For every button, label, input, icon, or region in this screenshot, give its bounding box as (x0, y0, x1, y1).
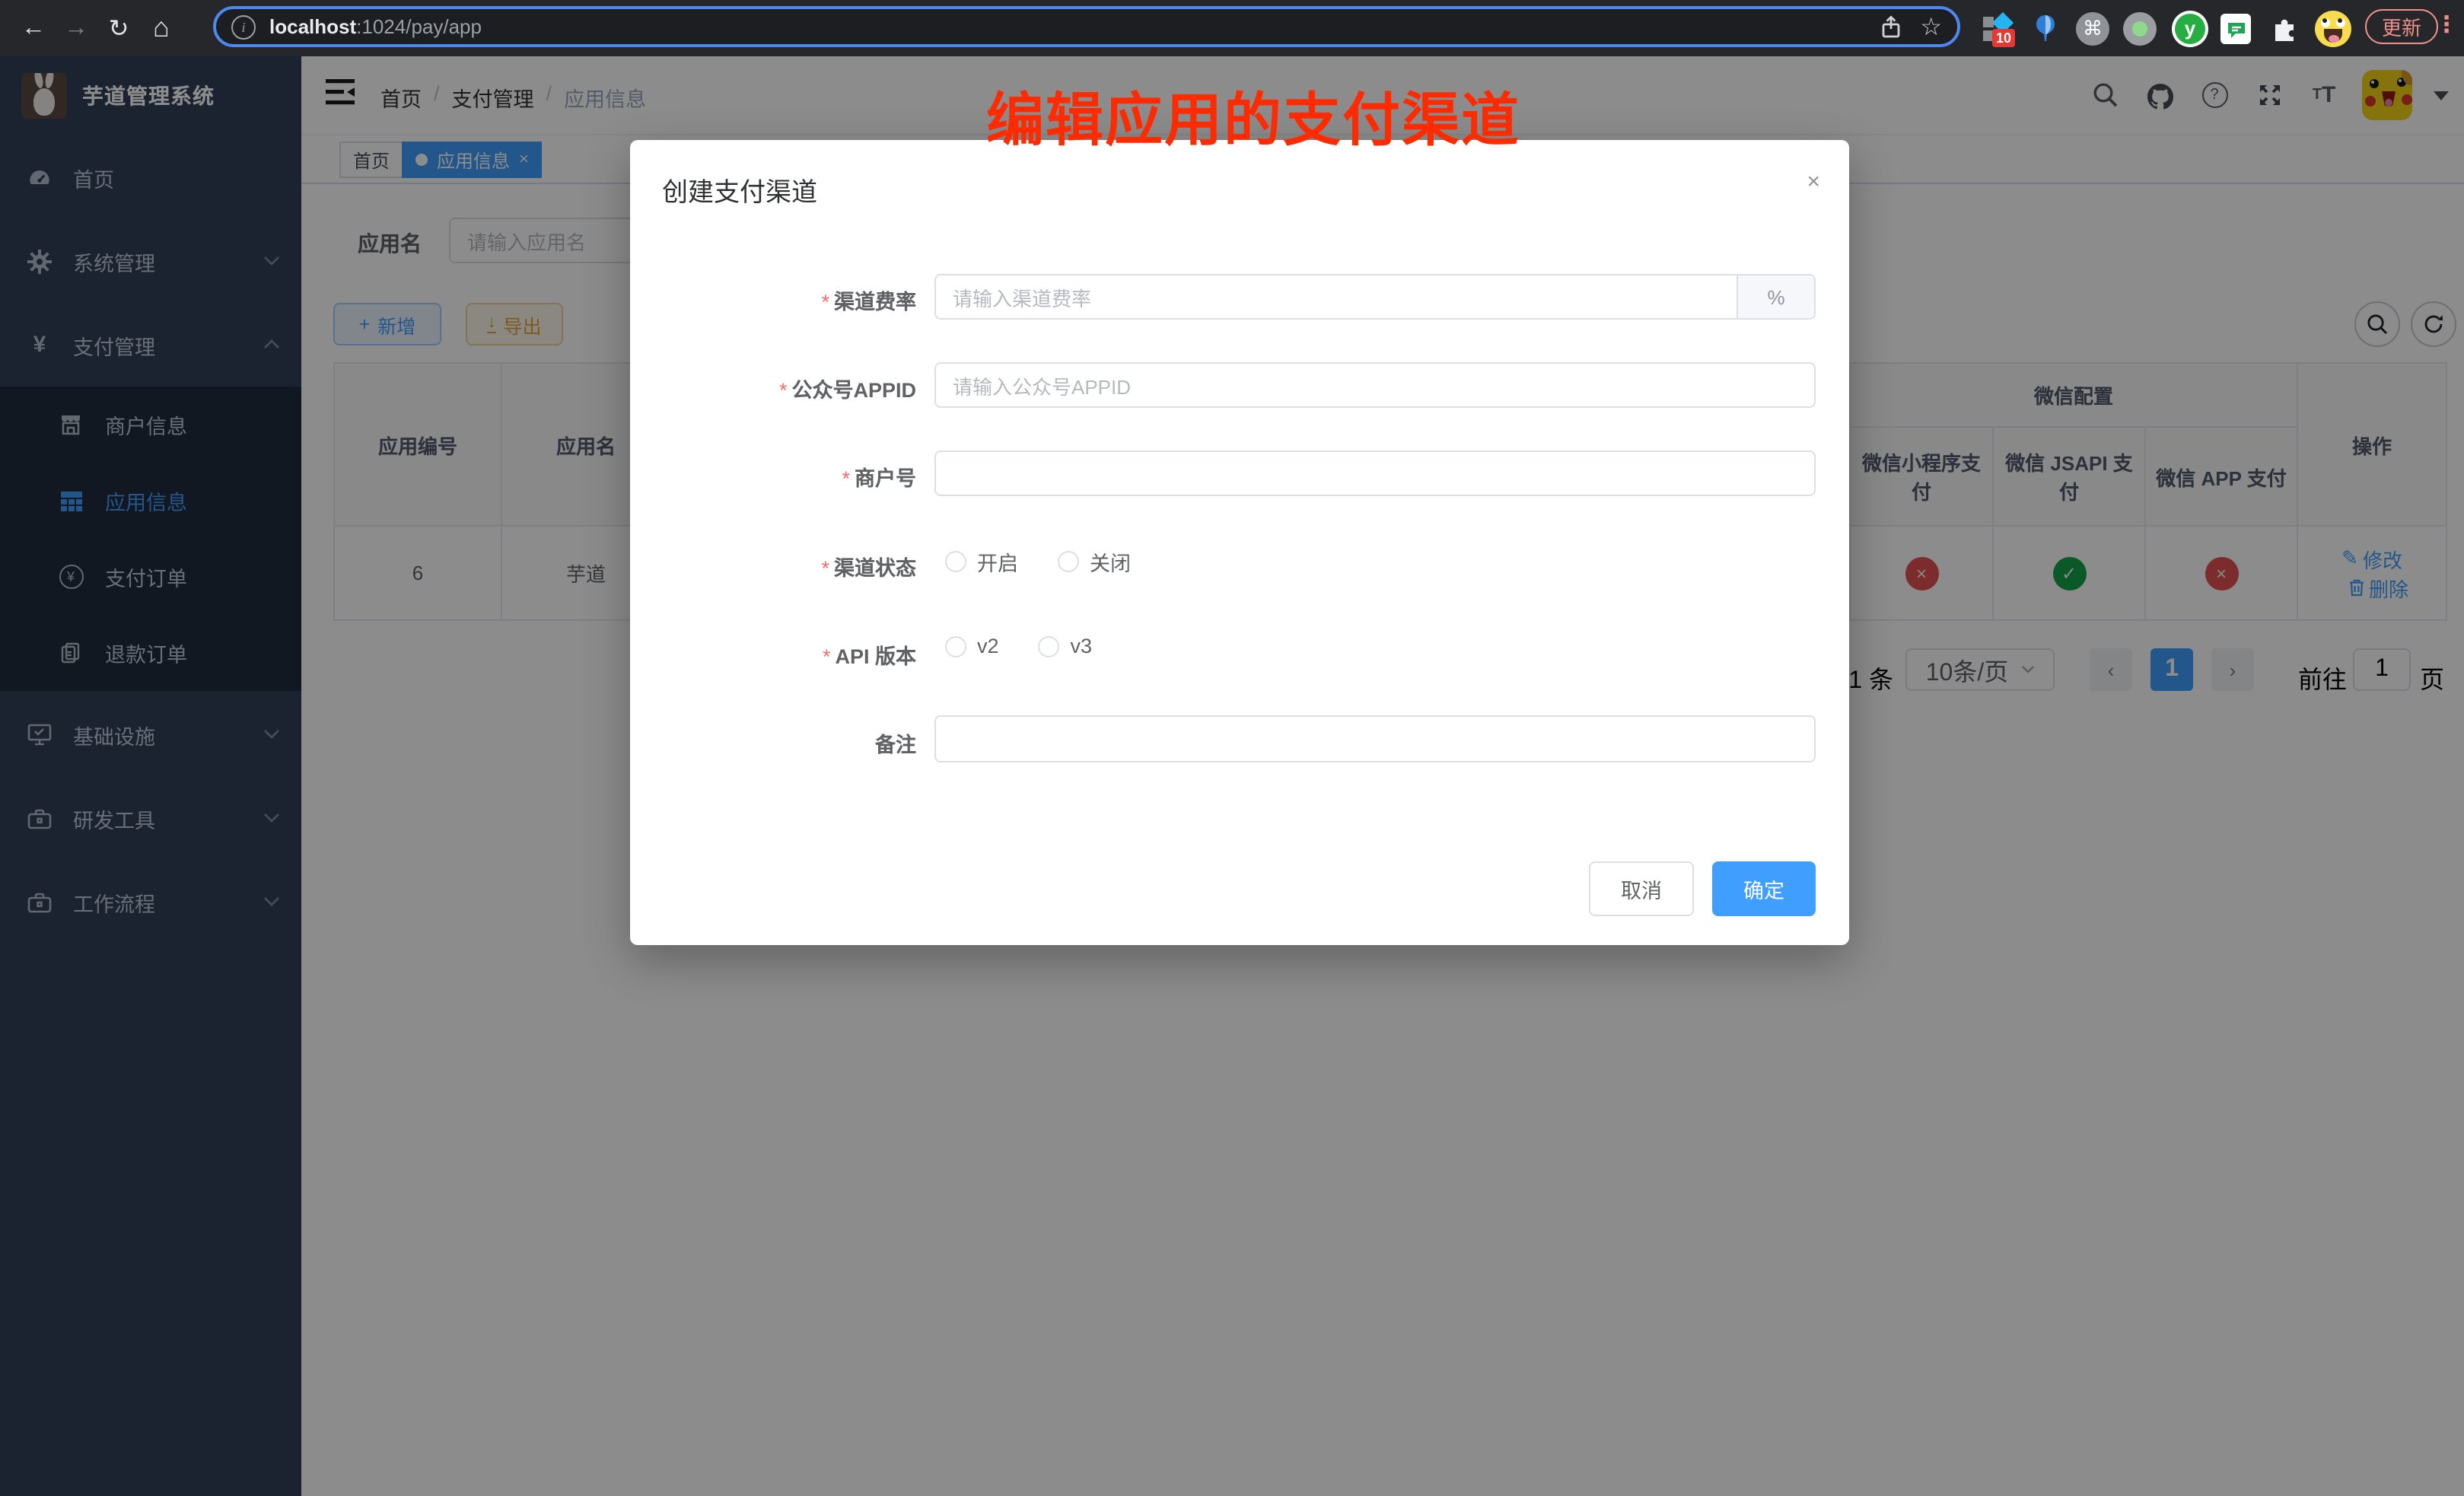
bookmark-star-icon[interactable]: ☆ (1920, 11, 1942, 42)
merchant-no-input[interactable] (934, 450, 1816, 496)
radio-api-v3[interactable]: v3 (1039, 635, 1093, 657)
browser-forward-icon[interactable]: → (55, 7, 97, 49)
field-appid: *公众号APPID 请输入公众号APPID (630, 362, 1849, 408)
field-api-version: *API 版本 v2 v3 (630, 629, 1849, 674)
radio-status-closed[interactable]: 关闭 (1058, 546, 1131, 577)
extension-command-icon[interactable]: ⌘ (2074, 0, 2111, 56)
extension-record-icon[interactable] (2122, 0, 2158, 56)
address-bar[interactable]: i localhost:1024/pay/app ☆ (213, 6, 1960, 47)
radio-icon (945, 635, 966, 657)
extension-puzzle-icon[interactable] (2266, 0, 2303, 56)
appid-input[interactable]: 请输入公众号APPID (934, 362, 1816, 408)
browser-toolbar: ← → ↻ ⌂ i localhost:1024/pay/app ☆ 10 ⌘ (0, 0, 2464, 56)
required-asterisk: * (842, 467, 850, 490)
confirm-button[interactable]: 确定 (1712, 861, 1816, 916)
browser-home-icon[interactable]: ⌂ (140, 7, 183, 49)
page-info-icon[interactable]: i (231, 14, 256, 39)
percent-suffix: % (1737, 275, 1814, 318)
close-icon[interactable]: × (1807, 169, 1820, 195)
url-path: :1024/pay/app (356, 15, 482, 38)
channel-rate-input[interactable]: 请输入渠道费率 % (934, 274, 1816, 320)
field-channel-rate: *渠道费率 请输入渠道费率 % (630, 274, 1849, 320)
required-asterisk: * (821, 557, 829, 580)
browser-reload-icon[interactable]: ↻ (97, 7, 140, 49)
field-remark: 备注 (630, 715, 1849, 761)
radio-icon (1039, 635, 1060, 657)
extension-diamond-icon[interactable]: 10 (1979, 0, 2018, 56)
browser-update-button[interactable]: 更新 (2365, 9, 2438, 44)
extension-emoji-icon[interactable] (2313, 0, 2353, 56)
screen: ← → ↻ ⌂ i localhost:1024/pay/app ☆ 10 ⌘ (0, 0, 2464, 1496)
annotation-text: 编辑应用的支付渠道 (986, 73, 1520, 157)
browser-menu-icon[interactable]: ⋮ (2435, 11, 2458, 38)
radio-api-v2[interactable]: v2 (945, 635, 999, 657)
radio-icon (1058, 551, 1079, 572)
required-asterisk: * (821, 291, 829, 314)
browser-back-icon[interactable]: ← (12, 7, 55, 49)
remark-input[interactable] (934, 715, 1816, 762)
url-host: localhost (269, 15, 356, 38)
radio-icon (945, 551, 966, 572)
extension-chat-icon[interactable] (2219, 0, 2252, 56)
extension-y-icon[interactable]: y (2170, 0, 2210, 56)
required-asterisk: * (823, 645, 831, 668)
extension-balloon-icon[interactable] (2027, 0, 2064, 56)
dialog-title: 创建支付渠道 (662, 170, 817, 208)
extension-badge: 10 (1992, 28, 2015, 46)
share-icon[interactable] (1879, 14, 1902, 39)
create-pay-channel-dialog: 创建支付渠道 × *渠道费率 请输入渠道费率 % *公众号APPID 请输入公众… (630, 140, 1849, 945)
field-channel-status: *渠道状态 开启 关闭 (630, 540, 1849, 586)
radio-status-open[interactable]: 开启 (945, 546, 1018, 577)
required-asterisk: * (779, 379, 788, 402)
cancel-button[interactable]: 取消 (1589, 861, 1694, 916)
field-merchant-no: *商户号 (630, 450, 1849, 496)
